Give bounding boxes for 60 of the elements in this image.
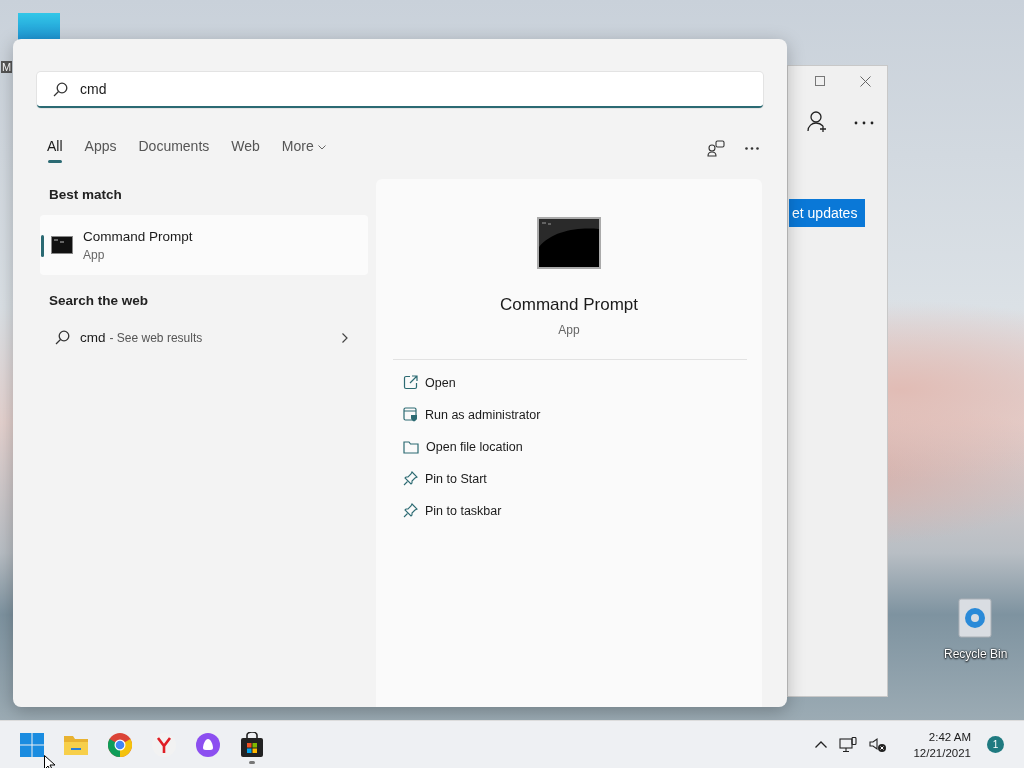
web-hint: - See web results bbox=[109, 330, 204, 345]
desktop-icon-label: M bbox=[1, 61, 13, 73]
result-type: App bbox=[83, 247, 106, 262]
best-match-result[interactable]: Command Prompt App bbox=[40, 215, 368, 275]
get-updates-button[interactable]: et updates bbox=[789, 199, 865, 227]
web-result[interactable]: cmd - See web results bbox=[40, 330, 368, 345]
clock-date[interactable]: 12/21/2021 bbox=[913, 744, 971, 761]
folder-icon[interactable] bbox=[63, 733, 89, 756]
pin-icon bbox=[403, 503, 418, 518]
action-item[interactable]: Open bbox=[403, 374, 762, 391]
terminal-icon bbox=[51, 236, 73, 254]
action-label: Pin to taskbar bbox=[425, 503, 502, 518]
speaker-muted-icon[interactable] bbox=[869, 736, 888, 753]
app-title: Command Prompt bbox=[500, 295, 638, 315]
start-icon[interactable] bbox=[20, 732, 44, 757]
add-person-icon[interactable] bbox=[807, 111, 828, 133]
network-icon[interactable] bbox=[839, 736, 858, 753]
filter-tab[interactable]: More bbox=[281, 134, 326, 163]
section-heading: Best match bbox=[49, 187, 123, 202]
web-query: cmd bbox=[80, 330, 106, 345]
search-icon bbox=[53, 81, 68, 97]
filter-tab[interactable]: All bbox=[47, 134, 63, 163]
action-label: Run as administrator bbox=[425, 407, 541, 422]
desktop-icon-label: Recycle Bin bbox=[944, 647, 1008, 661]
maximize-icon[interactable] bbox=[815, 76, 825, 86]
action-label: Pin to Start bbox=[425, 471, 487, 486]
chevron-right-icon bbox=[342, 332, 348, 343]
recycle-bin-icon[interactable] bbox=[957, 598, 993, 638]
action-item[interactable]: Pin to taskbar bbox=[403, 502, 762, 519]
action-item[interactable]: Run as administrator bbox=[403, 406, 762, 423]
mouse-cursor-icon bbox=[44, 755, 56, 768]
browser-icon[interactable] bbox=[108, 732, 132, 757]
shield-window-icon bbox=[403, 407, 418, 422]
terminal-icon bbox=[537, 217, 601, 269]
result-title: Command Prompt bbox=[83, 228, 193, 244]
people-chat-icon[interactable] bbox=[707, 140, 725, 157]
chevron-down-icon bbox=[317, 144, 326, 150]
chevron-up-icon[interactable] bbox=[815, 741, 828, 748]
search-input[interactable]: cmd bbox=[78, 80, 763, 98]
clock-time[interactable]: 2:42 AM bbox=[928, 728, 971, 745]
search-field[interactable]: cmd bbox=[37, 72, 763, 108]
filter-tab[interactable]: Web bbox=[231, 134, 260, 163]
folder-icon bbox=[403, 439, 419, 454]
store-bag-icon[interactable] bbox=[240, 731, 264, 758]
action-item[interactable]: Pin to Start bbox=[403, 470, 762, 487]
more-options-icon[interactable] bbox=[854, 121, 874, 125]
open-external-icon bbox=[403, 375, 418, 390]
action-label: Open bbox=[425, 375, 456, 390]
action-label: Open file location bbox=[426, 439, 523, 454]
search-icon bbox=[55, 330, 70, 345]
app-type: App bbox=[558, 323, 580, 337]
pin-icon bbox=[403, 471, 418, 486]
more-options-icon[interactable] bbox=[745, 147, 759, 150]
section-heading: Search the web bbox=[49, 293, 150, 308]
action-item[interactable]: Open file location bbox=[403, 438, 762, 455]
close-icon[interactable] bbox=[860, 76, 871, 87]
filter-tab[interactable]: Apps bbox=[84, 134, 117, 163]
filter-tab[interactable]: Documents bbox=[138, 134, 210, 163]
assistant-icon[interactable] bbox=[196, 732, 220, 757]
notification-badge[interactable]: 1 bbox=[987, 736, 1004, 753]
